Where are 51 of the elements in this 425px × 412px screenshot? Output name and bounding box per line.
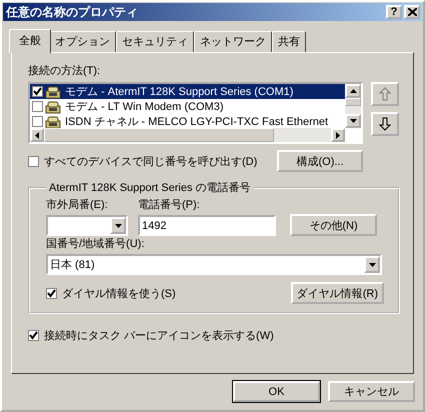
scroll-down-icon <box>350 119 356 123</box>
configure-button[interactable]: 構成(O)... <box>277 150 363 172</box>
call-all-devices-checkbox[interactable]: すべてのデバイスで同じ番号を呼び出す(D) <box>28 154 258 168</box>
close-button[interactable] <box>404 5 420 19</box>
modem-icon <box>45 84 61 98</box>
close-icon <box>408 8 416 16</box>
tab[interactable]: ネットワーク <box>194 31 272 52</box>
country-dropdown[interactable]: 日本 (81) <box>46 254 382 275</box>
vertical-scrollbar[interactable] <box>345 84 361 128</box>
connect-using-label: 接続の方法(T): <box>28 64 102 78</box>
tab[interactable]: 共有 <box>272 31 306 52</box>
country-label: 国番号/地域番号(U): <box>46 238 144 250</box>
up-arrow-icon <box>379 87 391 101</box>
checkbox[interactable] <box>32 116 43 127</box>
scroll-left-icon <box>35 132 39 138</box>
dialog-button[interactable]: OK <box>233 381 320 402</box>
phone-number-field[interactable]: 1492 <box>138 215 276 236</box>
check-icon <box>29 331 38 340</box>
tab[interactable]: オプション <box>49 31 116 52</box>
phone-number-label: 電話番号(P): <box>138 198 201 212</box>
device-name: ISDN チャネル - MELCO LGY-PCI-TXC Fast Ethernet <box>64 115 330 128</box>
device-name: モデム - LT Win Modem (COM3) <box>64 100 224 114</box>
tab[interactable]: 全般 <box>9 29 51 53</box>
window-title: 任意の名称のプロパティ <box>6 4 139 20</box>
checkbox[interactable] <box>32 101 43 112</box>
device-name: モデム - AtermIT 128K Support Series (COM1) <box>63 84 296 99</box>
use-dialing-rules-checkbox[interactable]: ダイヤル情報を使う(S) <box>46 286 176 300</box>
dialing-rules-button[interactable]: ダイヤル情報(R) <box>290 282 384 304</box>
checkbox[interactable] <box>32 86 43 97</box>
device-list-item[interactable]: モデム - LT Win Modem (COM3) <box>30 99 345 114</box>
down-arrow-icon <box>379 117 391 131</box>
move-down-button[interactable] <box>371 112 399 136</box>
device-list-item[interactable]: ISDN チャネル - MELCO LGY-PCI-TXC Fast Ethernet <box>30 114 345 128</box>
group-title: AtermIT 128K Support Series の電話番号 <box>48 180 252 195</box>
tab[interactable]: セキュリティ <box>116 31 194 52</box>
dropdown-arrow-icon <box>114 224 122 228</box>
move-up-button[interactable] <box>371 82 399 106</box>
scroll-right-icon <box>336 132 340 138</box>
modem-icon <box>45 100 61 114</box>
modem-icon <box>45 114 61 128</box>
other-button[interactable]: その他(N) <box>290 214 377 236</box>
scroll-up-icon <box>350 89 356 93</box>
horizontal-scrollbar[interactable] <box>30 128 345 142</box>
dropdown-arrow-icon <box>368 262 376 266</box>
show-icon-checkbox[interactable]: 接続時にタスク バーにアイコンを表示する(W) <box>28 328 405 343</box>
help-button[interactable]: ? <box>386 5 402 19</box>
area-code-label: 市外局番(E): <box>46 198 109 212</box>
area-code-dropdown[interactable] <box>46 215 128 236</box>
check-icon <box>47 288 56 298</box>
dialog-button[interactable]: キャンセル <box>328 381 415 402</box>
device-list-item[interactable]: モデム - AtermIT 128K Support Series (COM1) <box>30 84 345 99</box>
